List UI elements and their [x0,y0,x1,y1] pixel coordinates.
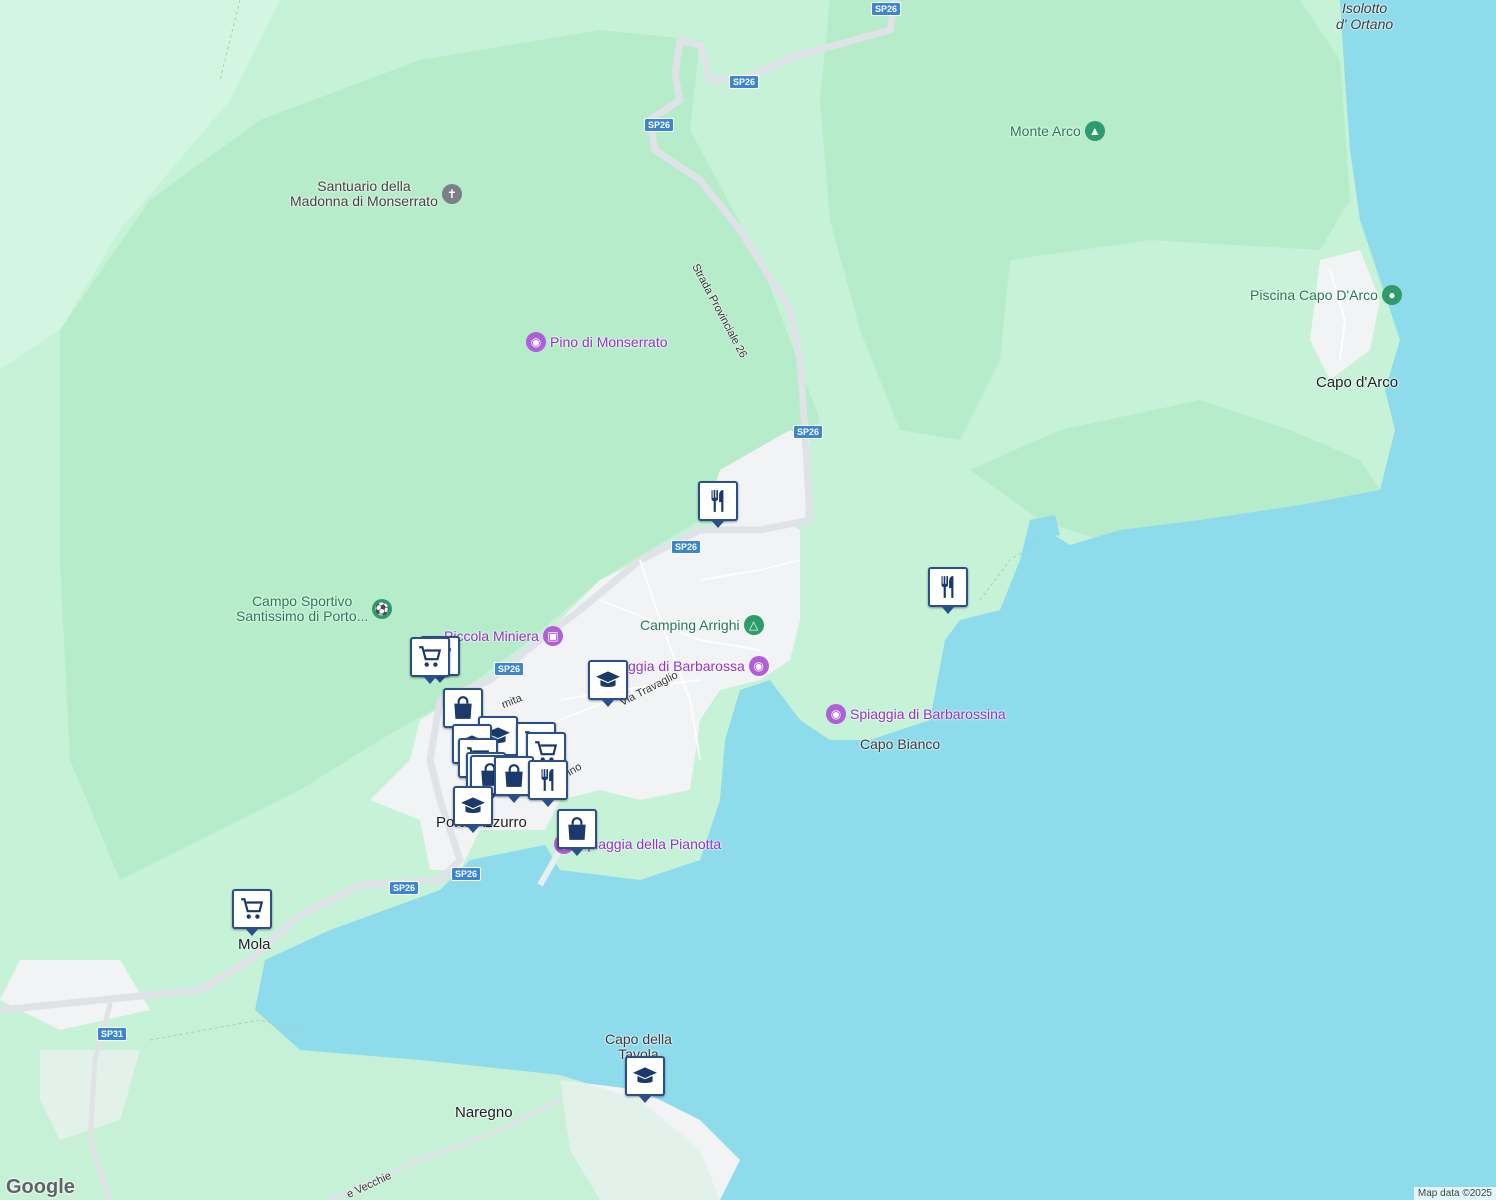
marker-school[interactable] [625,1056,665,1103]
shopping-cart-icon [241,898,264,919]
marker-restaurant[interactable] [528,760,568,807]
marker-supermarket[interactable] [232,889,272,936]
marker-supermarket[interactable] [410,637,450,684]
route-shield-sp26: SP26 [389,881,420,895]
poi-label: Piscina Capo D'Arco [1250,287,1378,303]
camera-icon: ◉ [526,332,546,352]
route-shield-sp26: SP26 [793,425,824,439]
place-label-naregno: Naregno [455,1104,513,1121]
camera-icon: ◉ [748,656,769,676]
route-shield-sp26: SP26 [644,118,675,132]
poi-label: Campo Sportivo Santissimo di Porto... [236,593,369,624]
marker-shop[interactable] [443,688,483,735]
poi-label: Camping Arrighi [640,617,740,633]
place-label-capo-darco: Capo d'Arco [1316,374,1399,391]
poi-camping-arrighi[interactable]: Camping Arrighi △ [640,615,764,635]
map-base-layer [0,0,1496,1200]
poi-label: Spiaggia di Barbarossina [850,706,1006,722]
google-logo: Google [6,1176,75,1198]
sports-icon: ⚽ [372,599,393,619]
fork-knife-icon [711,490,724,512]
shopping-bag-icon [505,764,523,787]
place-label-capo-bianco: Capo Bianco [860,736,941,752]
poi-label: Pino di Monserrato [550,334,668,350]
poi-label: Santuario della Madonna di Monserrato [290,178,438,209]
fork-knife-icon [941,576,954,598]
place-label-mola: Mola [238,936,271,953]
marker-restaurant[interactable] [928,567,968,614]
pin-icon: ● [1381,285,1402,305]
poi-piccola-miniera[interactable]: Piccola Miniera ▣ [444,626,563,646]
poi-monte-arco[interactable]: Monte Arco ▲ [1010,121,1105,141]
fork-knife-icon [541,769,554,791]
poi-campo-sportivo[interactable]: Campo Sportivo Santissimo di Porto... ⚽ [236,593,393,624]
cross-icon: ✝ [441,184,462,204]
route-shield-sp26: SP26 [729,75,760,89]
route-shield-sp26: SP26 [494,662,525,676]
museum-icon: ▣ [542,626,563,646]
route-shield-sp31: SP31 [97,1027,128,1041]
marker-school[interactable] [453,786,493,833]
route-shield-sp26: SP26 [671,540,702,554]
tent-icon: △ [743,615,764,635]
poi-label: Monte Arco [1010,123,1081,139]
marker-school[interactable] [588,660,628,707]
shopping-bag-icon [568,817,586,840]
shopping-cart-icon [419,646,442,667]
poi-label: Spiaggia della Pianotta [578,836,722,852]
route-shield-sp26: SP26 [451,867,482,881]
shopping-bag-icon [454,696,472,719]
graduation-cap-icon [633,1067,657,1084]
island-label-ortano: Isolotto d' Ortano [1336,0,1394,32]
graduation-cap-icon [596,671,620,688]
marker-restaurant[interactable] [698,481,738,528]
poi-spiaggia-barbarossina[interactable]: ◉ Spiaggia di Barbarossina [826,704,1006,724]
poi-pino-di-monserrato[interactable]: ◉ Pino di Monserrato [526,332,668,352]
camera-icon: ◉ [826,704,846,724]
poi-piscina-capo-darco[interactable]: Piscina Capo D'Arco ● [1250,285,1402,305]
map-canvas[interactable]: SP26 SP26 SP26 SP26 SP26 SP26 SP26 SP26 … [0,0,1496,1200]
route-shield-sp26: SP26 [871,2,902,16]
tree-icon: ▲ [1084,121,1105,141]
graduation-cap-icon [461,797,485,814]
marker-shop[interactable] [557,809,597,856]
map-data-credit[interactable]: Map data ©2025 [1413,1187,1496,1200]
poi-santuario[interactable]: Santuario della Madonna di Monserrato ✝ [290,179,462,209]
